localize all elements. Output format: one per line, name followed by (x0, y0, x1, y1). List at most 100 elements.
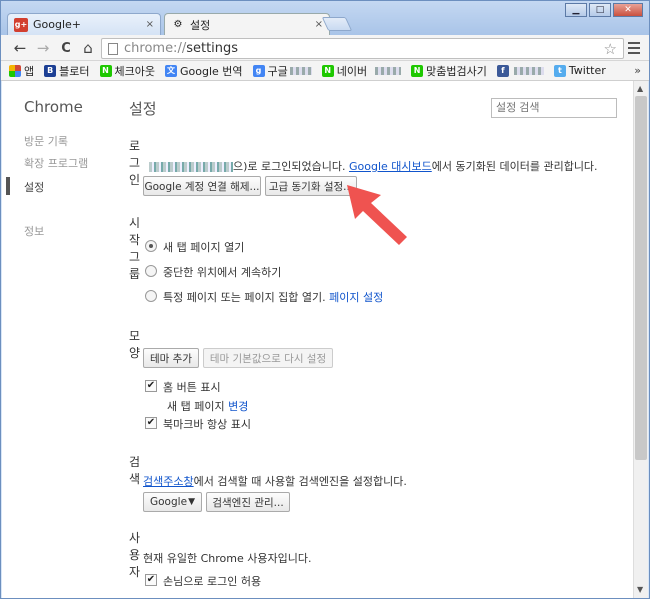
bookmark-naver[interactable]: N 네이버 (321, 63, 402, 79)
bloter-icon: B (44, 64, 57, 77)
search-section-title: 검색 (129, 455, 141, 486)
home-page-text: 새 탭 페이지 (167, 400, 225, 413)
change-home-link[interactable]: 변경 (228, 400, 248, 413)
home-button-checkbox[interactable]: ✔ (145, 380, 157, 392)
bookmarks-more-icon[interactable]: » (634, 64, 641, 77)
users-section-title: 사용자 (129, 531, 141, 579)
bookmarks-bar-checkbox[interactable]: ✔ (145, 417, 157, 429)
startup-pages-radio[interactable] (145, 290, 157, 302)
tab-close-icon[interactable]: × (146, 19, 154, 30)
add-theme-button[interactable]: 테마 추가 (143, 348, 199, 368)
blurred-account (149, 162, 233, 172)
new-tab-button[interactable] (321, 17, 353, 31)
annotation-arrow (347, 185, 407, 245)
browser-window: g+ Google+ × ⚙ 설정 × ▁ □ ✕ ← → C ⌂ chrome… (0, 0, 650, 599)
search-engine-select[interactable]: Google ▼ (143, 492, 202, 512)
bookmark-bloter[interactable]: B 블로터 (44, 63, 90, 79)
selection-indicator (6, 177, 10, 195)
tab-close-icon[interactable]: × (315, 19, 323, 30)
bookmark-facebook[interactable]: f (496, 64, 544, 77)
naver-icon: N (411, 64, 424, 77)
blurred-text (375, 66, 402, 75)
startup-continue-label: 중단한 위치에서 계속하기 (163, 266, 282, 279)
bookmark-spellcheck[interactable]: N 맞춤법검사기 (411, 63, 487, 79)
blurred-text (513, 66, 544, 75)
back-icon[interactable]: ← (11, 39, 29, 57)
minimize-button[interactable]: ▁ (565, 3, 587, 17)
scroll-down-icon[interactable]: ▼ (637, 585, 643, 594)
startup-newtab-label: 새 탭 페이지 열기 (163, 241, 245, 254)
home-page-row: 새 탭 페이지 변경 (167, 398, 248, 414)
reset-theme-button: 테마 기본값으로 다시 설정 (203, 348, 333, 368)
apps-icon (9, 64, 21, 77)
chevron-down-icon: ▼ (188, 497, 195, 507)
login-status: 으)로 로그인되었습니다. Google 대시보드에서 동기화된 데이터를 관리… (149, 158, 598, 174)
window-controls: ▁ □ ✕ (565, 3, 643, 17)
bookmark-label: 앱 (24, 64, 35, 78)
google-plus-icon: g+ (14, 17, 28, 32)
login-manage-text: 에서 동기화된 데이터를 관리합니다. (431, 160, 598, 173)
page-title: 설정 (129, 100, 157, 118)
url-scheme: chrome:// (124, 41, 187, 56)
scrollbar-thumb[interactable] (635, 96, 647, 460)
star-icon[interactable]: ☆ (604, 40, 617, 58)
address-bar[interactable]: chrome://settings ☆ (101, 38, 624, 59)
reload-icon[interactable]: C (57, 39, 75, 57)
sidebar: Chrome 방문 기록 확장 프로그램 설정 정보 (2, 81, 114, 598)
startup-continue-radio[interactable] (145, 265, 157, 277)
home-button-label: 홈 버튼 표시 (163, 381, 221, 394)
manage-search-engines-button[interactable]: 검색엔진 관리... (206, 492, 290, 512)
gear-icon: ⚙ (173, 19, 183, 30)
google-dashboard-link[interactable]: Google 대시보드 (349, 160, 432, 173)
tab-label: Google+ (33, 18, 82, 31)
startup-pages-label: 특정 페이지 또는 페이지 집합 열기. 페이지 설정 (163, 289, 383, 305)
google-icon: g (252, 64, 265, 77)
bookmark-label: 구글 (267, 64, 288, 78)
bookmark-google[interactable]: g 구글 (252, 63, 312, 79)
bookmark-label: Google 번역 (179, 64, 243, 78)
close-button[interactable]: ✕ (613, 3, 643, 17)
scrollbar[interactable]: ▲ ▼ (633, 81, 648, 598)
users-description: 현재 유일한 Chrome 사용자입니다. (143, 552, 312, 565)
settings-search-input[interactable] (491, 98, 617, 118)
sidebar-item-about[interactable]: 정보 (24, 223, 44, 239)
maximize-button[interactable]: □ (589, 3, 611, 17)
bookmarks-bar-label: 북마크바 항상 표시 (163, 418, 251, 431)
bookmark-label: 블로터 (59, 64, 90, 78)
bookmark-google-translate[interactable]: 文 Google 번역 (164, 63, 243, 79)
translate-icon: 文 (164, 64, 177, 77)
bookmark-checkout[interactable]: N 체크아웃 (99, 63, 155, 79)
sidebar-brand: Chrome (24, 98, 83, 116)
menu-icon[interactable] (628, 42, 640, 57)
login-status-text: 으)로 로그인되었습니다. (233, 160, 346, 173)
page-settings-link[interactable]: 페이지 설정 (329, 291, 383, 304)
tab-label: 설정 (190, 18, 211, 32)
blurred-text (289, 66, 312, 75)
sidebar-item-settings[interactable]: 설정 (24, 179, 44, 195)
bookmarks-bar: 앱 B 블로터 N 체크아웃 文 Google 번역 g 구글 N 네이버 N … (1, 61, 649, 81)
tab-settings[interactable]: ⚙ 설정 × (164, 13, 330, 35)
bookmark-apps[interactable]: 앱 (9, 63, 34, 79)
tab-google-plus[interactable]: g+ Google+ × (7, 13, 161, 35)
bookmark-label: 체크아웃 (114, 64, 155, 78)
guest-login-checkbox[interactable]: ✔ (145, 574, 157, 586)
sidebar-item-history[interactable]: 방문 기록 (24, 133, 68, 149)
naver-icon: N (321, 64, 334, 77)
bookmark-twitter[interactable]: t Twitter (553, 64, 606, 77)
sidebar-item-extensions[interactable]: 확장 프로그램 (24, 155, 88, 171)
startup-pages-text: 특정 페이지 또는 페이지 집합 열기. (163, 291, 326, 304)
toolbar: ← → C ⌂ chrome://settings ☆ (1, 35, 649, 61)
omnibox-link[interactable]: 검색주소창 (143, 475, 194, 488)
facebook-icon: f (496, 64, 509, 77)
scroll-up-icon[interactable]: ▲ (637, 84, 643, 93)
search-engine-value: Google (150, 496, 188, 508)
bookmark-label: 네이버 (336, 64, 368, 78)
startup-section-title: 시작 그룹 (129, 216, 141, 281)
startup-newtab-radio[interactable] (145, 240, 157, 252)
naver-icon: N (99, 64, 112, 77)
home-icon[interactable]: ⌂ (79, 39, 97, 57)
appearance-section-title: 모양 (129, 329, 141, 360)
forward-icon[interactable]: → (34, 39, 52, 57)
disconnect-account-button[interactable]: Google 계정 연결 해제... (143, 176, 261, 196)
twitter-icon: t (553, 64, 566, 77)
